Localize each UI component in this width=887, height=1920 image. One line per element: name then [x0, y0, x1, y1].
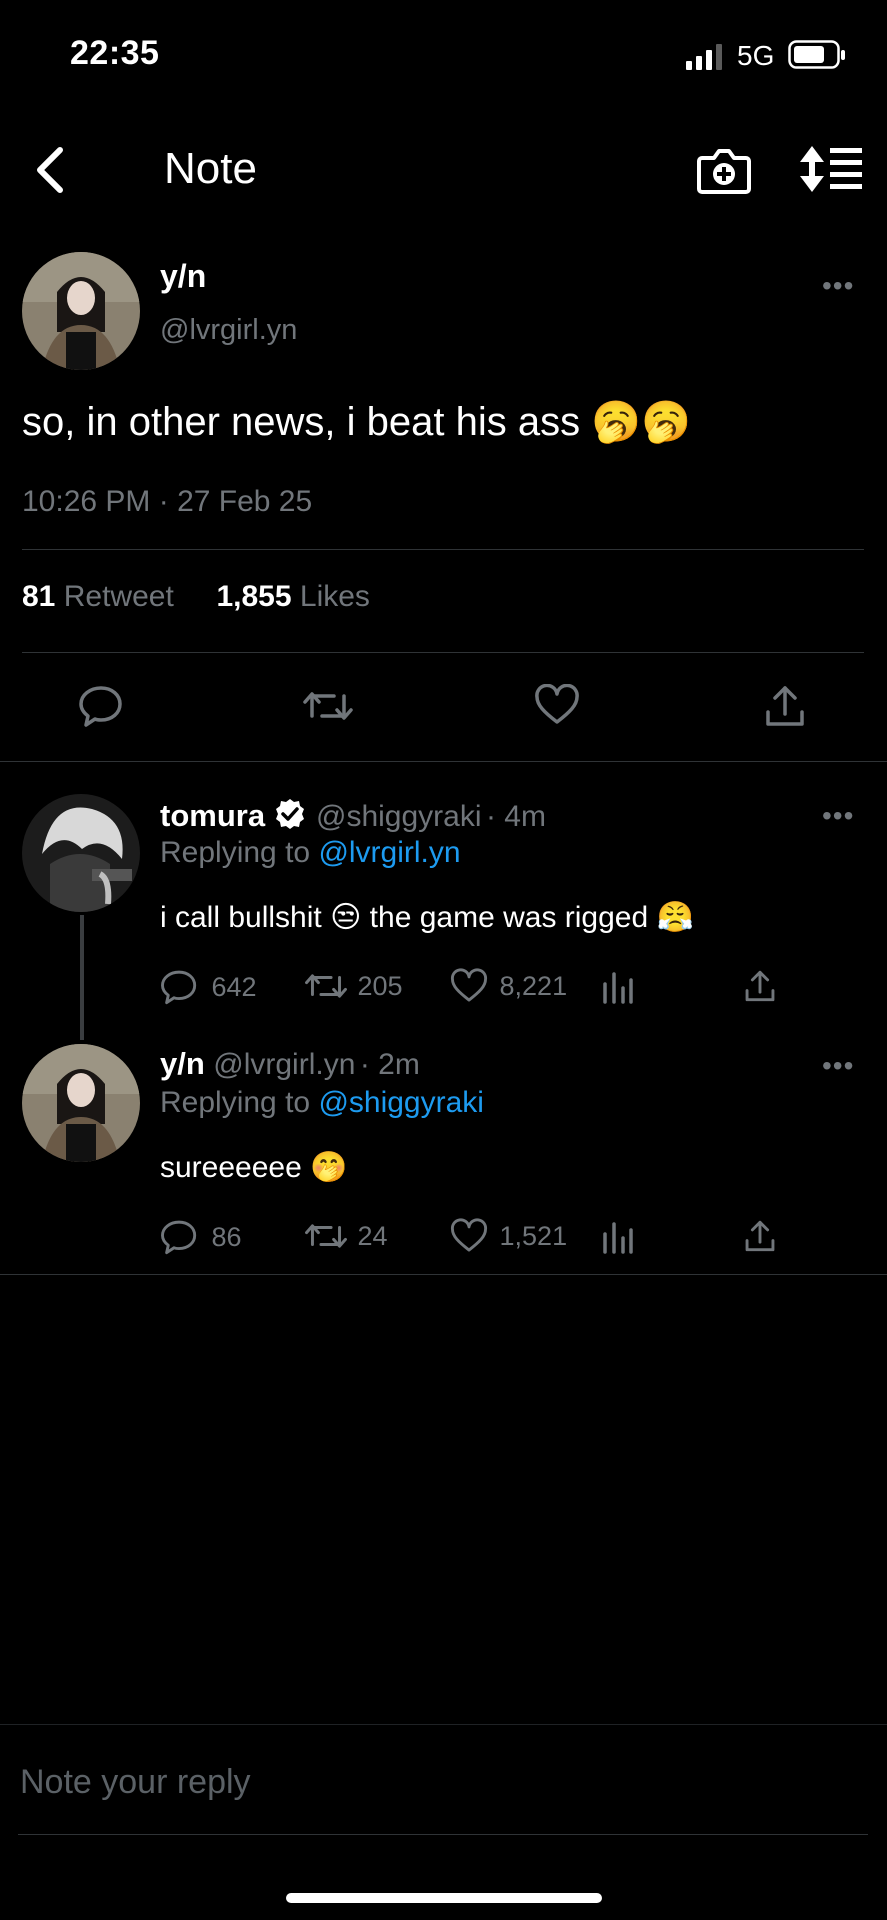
reply-like-button[interactable]: 1,521	[450, 1218, 567, 1254]
divider	[22, 549, 864, 550]
divider	[22, 652, 864, 653]
reply-text: i call bullshit 😒 the game was rigged 😤	[160, 901, 694, 934]
retweet-icon[interactable]	[302, 686, 354, 726]
reply-comment-button[interactable]: 86	[160, 1218, 242, 1256]
share-icon[interactable]	[744, 968, 776, 1004]
divider	[18, 1834, 868, 1835]
share-icon[interactable]	[744, 1218, 776, 1254]
reply-retweet-button[interactable]: 24	[304, 1218, 388, 1254]
reply-author-handle[interactable]: @lvrgirl.yn	[213, 1048, 355, 1081]
more-options-icon[interactable]: •••	[822, 800, 854, 832]
tweet-text: so, in other news, i beat his ass 🥱🥱	[22, 400, 691, 444]
page-title: Note	[164, 144, 257, 193]
reply-action-bar: 86 24 1,521	[160, 1216, 800, 1258]
reply-author-handle[interactable]: @shiggyraki	[316, 800, 482, 833]
divider	[0, 761, 887, 762]
like-count: 8,221	[499, 970, 568, 1001]
reply-action-bar: 642 205 8,221	[160, 966, 800, 1008]
battery-icon	[788, 40, 846, 70]
status-time: 22:35	[70, 34, 160, 72]
reply-like-button[interactable]: 8,221	[450, 968, 567, 1004]
avatar[interactable]	[22, 252, 140, 370]
analytics-icon[interactable]	[602, 1220, 634, 1254]
verified-badge-icon	[274, 798, 306, 830]
sort-icon[interactable]	[800, 144, 864, 194]
replying-to: Replying to @shiggyraki	[160, 1086, 484, 1120]
divider	[0, 1274, 887, 1275]
like-count: 1,521	[499, 1220, 568, 1251]
share-icon[interactable]	[764, 684, 806, 728]
replying-to-label: Replying to	[160, 1086, 311, 1119]
thread-connector	[80, 915, 84, 1040]
likes-label[interactable]: Likes	[300, 580, 370, 613]
reply-header: tomura @shiggyraki · 4m	[160, 798, 546, 834]
likes-count[interactable]: 1,855	[216, 580, 291, 613]
retweet-count: 24	[357, 1220, 388, 1251]
retweet-label[interactable]: Retweet	[64, 580, 174, 613]
back-button[interactable]	[28, 142, 72, 198]
more-options-icon[interactable]: •••	[822, 270, 854, 302]
author-handle[interactable]: @lvrgirl.yn	[160, 314, 297, 347]
reply-header: y/n @lvrgirl.yn · 2m	[160, 1046, 420, 1082]
reply-text: sureeeeee 🤭	[160, 1151, 348, 1184]
comment-count: 642	[211, 971, 257, 1002]
replying-to-label: Replying to	[160, 836, 311, 869]
retweet-count: 205	[357, 970, 403, 1001]
more-options-icon[interactable]: •••	[822, 1050, 854, 1082]
tweet-stats: 81 Retweet 1,855 Likes	[22, 580, 370, 614]
avatar[interactable]	[22, 794, 140, 912]
like-icon[interactable]	[534, 684, 580, 726]
reply-retweet-button[interactable]: 205	[304, 968, 403, 1004]
camera-add-icon[interactable]	[696, 144, 752, 196]
reply-time: · 2m	[359, 1048, 420, 1081]
signal-icon	[686, 42, 724, 70]
reply-icon[interactable]	[78, 684, 124, 728]
reply-input[interactable]	[18, 1752, 862, 1812]
replying-to: Replying to @lvrgirl.yn	[160, 836, 461, 870]
reply-comment-button[interactable]: 642	[160, 968, 257, 1006]
reply-author-name[interactable]: y/n	[160, 1046, 205, 1081]
avatar[interactable]	[22, 1044, 140, 1162]
reply-time: · 4m	[485, 800, 546, 833]
divider	[0, 1724, 887, 1725]
comment-count: 86	[211, 1221, 242, 1252]
tweet-timestamp: 10:26 PM · 27 Feb 25	[22, 485, 313, 518]
retweet-count[interactable]: 81	[22, 580, 55, 613]
network-label: 5G	[737, 40, 775, 71]
author-name[interactable]: y/n	[160, 258, 206, 295]
home-indicator[interactable]	[286, 1893, 602, 1903]
replying-to-link[interactable]: @lvrgirl.yn	[318, 836, 460, 869]
replying-to-link[interactable]: @shiggyraki	[318, 1086, 484, 1119]
reply-author-name[interactable]: tomura	[160, 798, 265, 833]
analytics-icon[interactable]	[602, 970, 634, 1004]
